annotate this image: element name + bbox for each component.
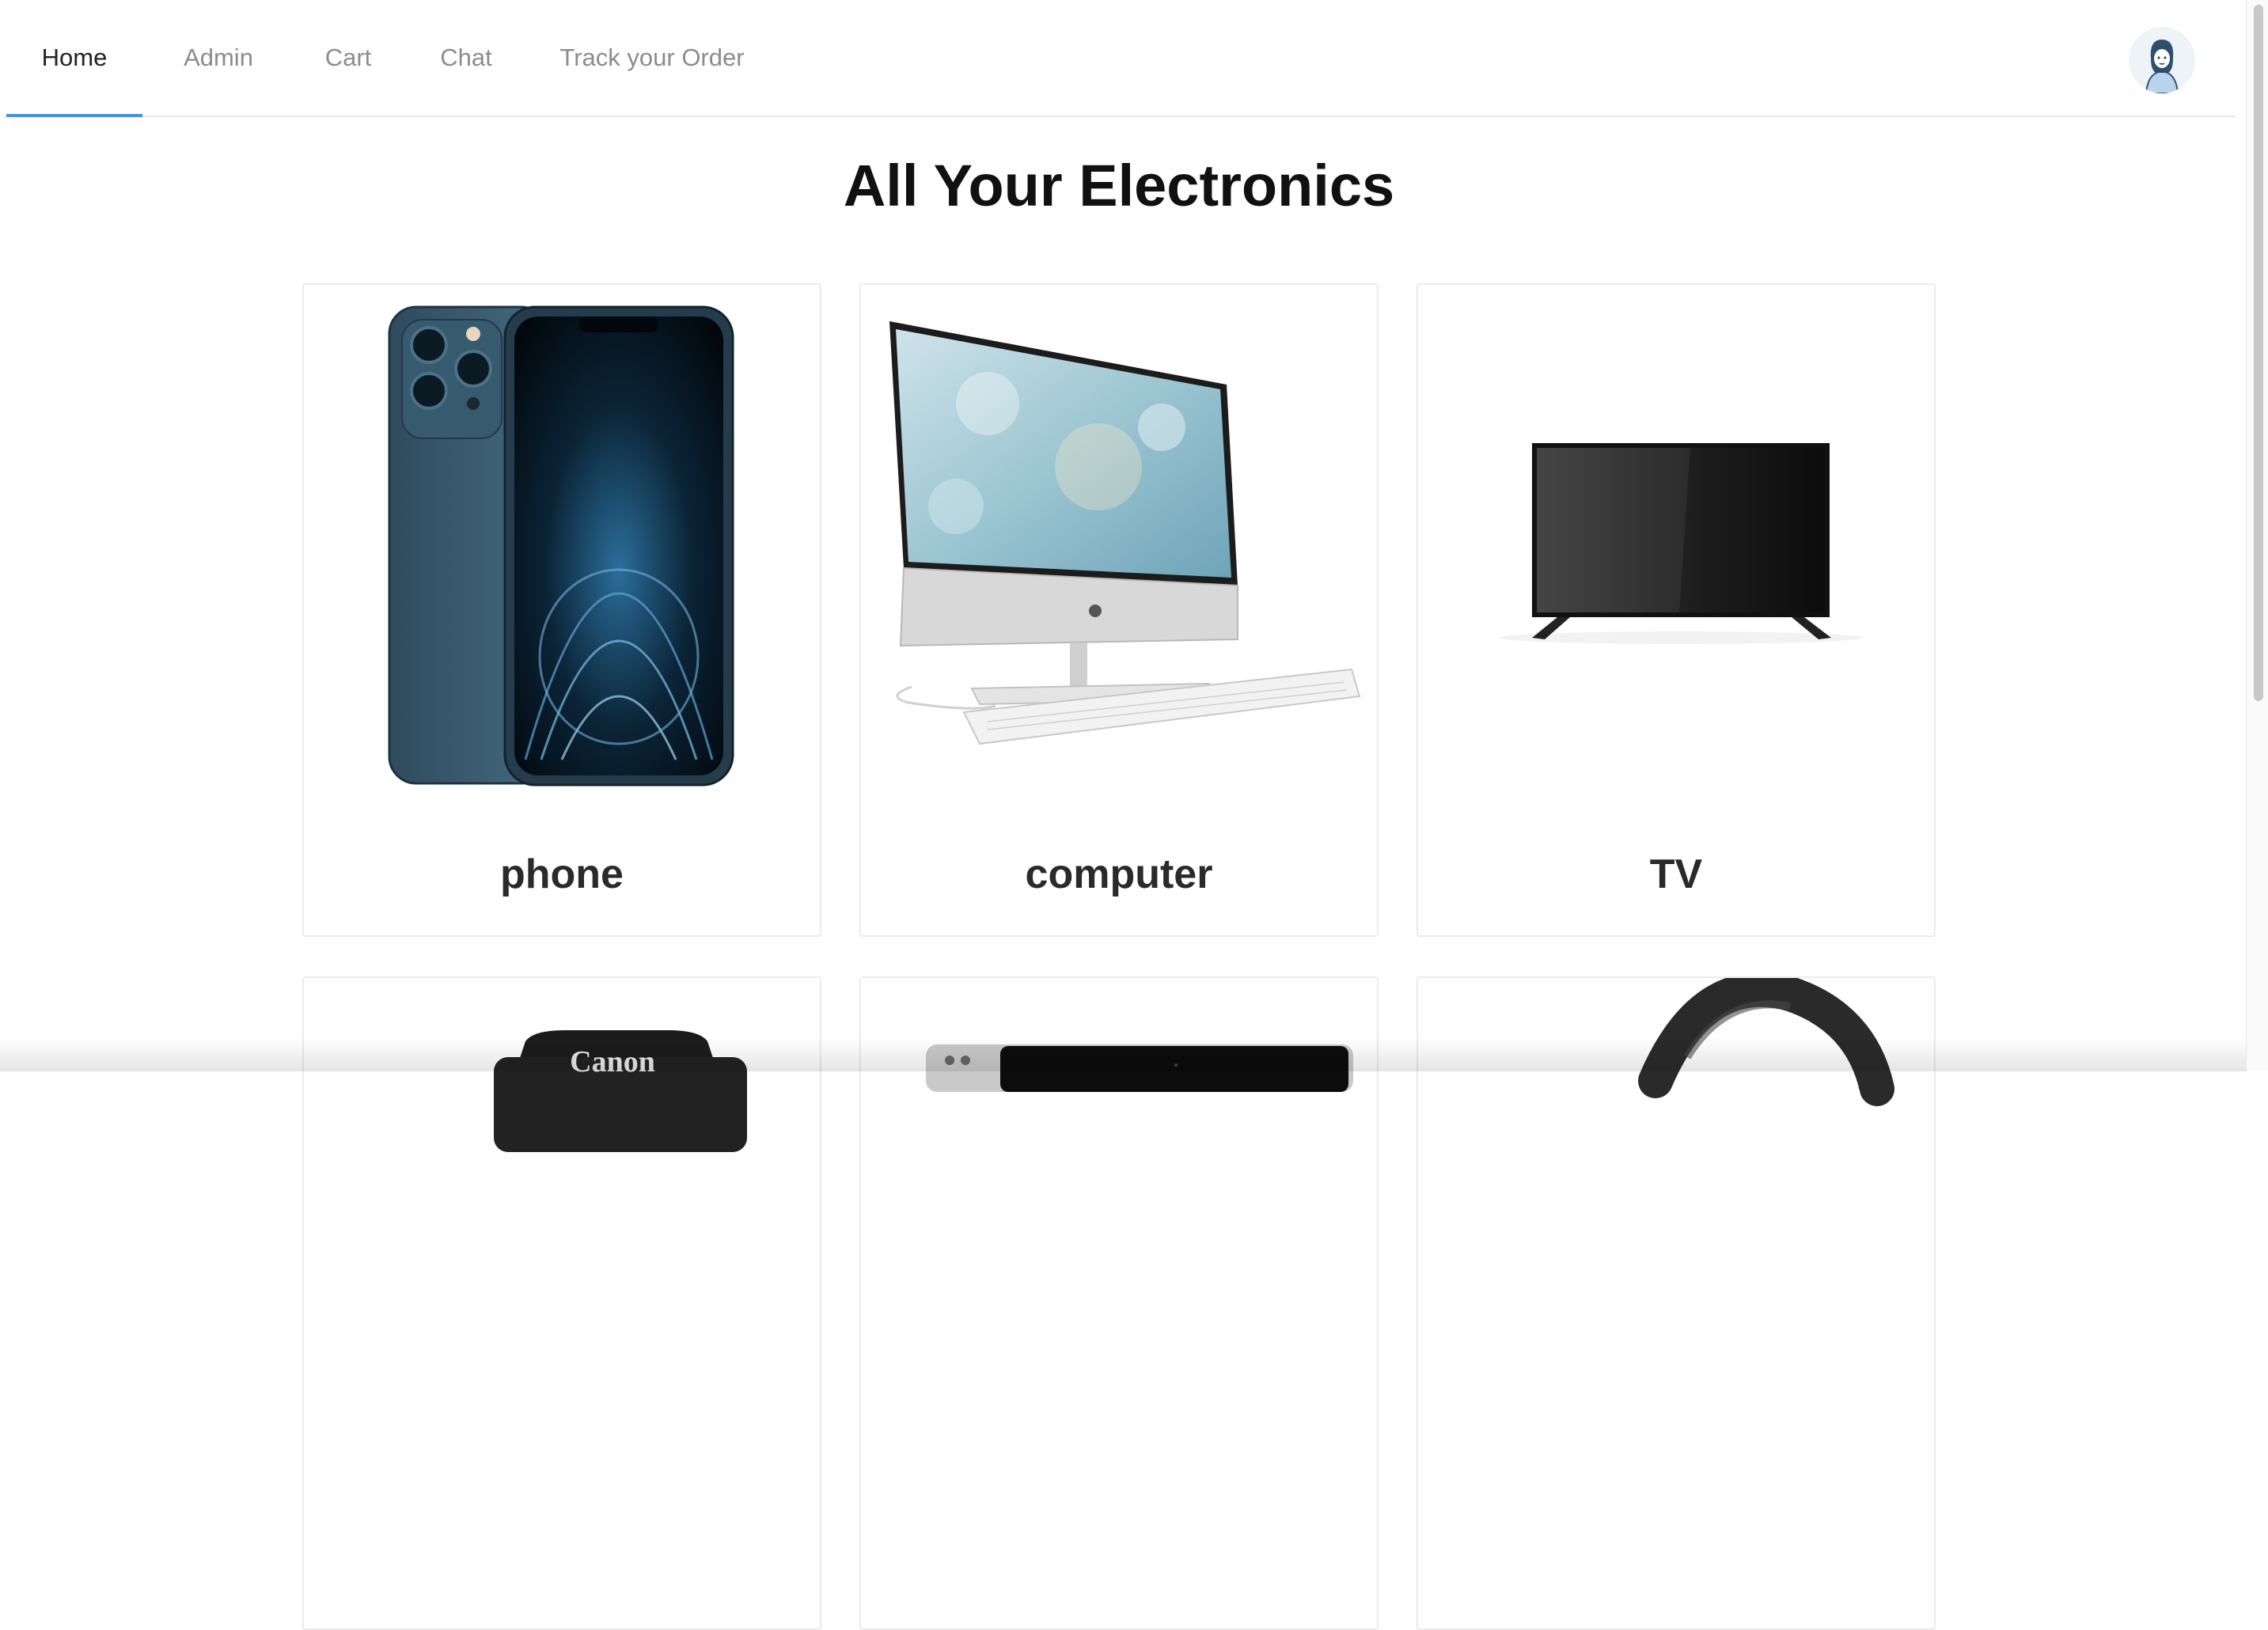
tab-cart[interactable]: Cart <box>309 0 388 116</box>
scrollbar-thumb[interactable] <box>2254 5 2263 701</box>
category-card-headphones[interactable] <box>1417 976 1936 1630</box>
page-title: All Your Electronics <box>843 153 1395 218</box>
camera-image: Canon <box>494 1030 747 1152</box>
top-nav: Home Admin Cart Chat Track your Order <box>6 0 2235 117</box>
category-name: TV <box>1649 851 1703 897</box>
category-name: phone <box>500 851 624 897</box>
smartphone-image <box>388 305 734 787</box>
category-card-camera[interactable]: Canon <box>302 976 821 1630</box>
desktop-computer-image <box>889 321 1361 745</box>
svg-text:Canon: Canon <box>570 1045 655 1078</box>
tab-home[interactable]: Home <box>6 0 142 117</box>
tab-track-your-order[interactable]: Track your Order <box>544 0 760 116</box>
laptop-image <box>926 1044 1353 1092</box>
category-card-laptop[interactable] <box>859 976 1379 1630</box>
user-avatar[interactable] <box>2129 27 2195 93</box>
category-name: computer <box>1025 851 1213 897</box>
tab-chat[interactable]: Chat <box>424 0 508 116</box>
category-card-tv[interactable]: TV <box>1417 283 1936 937</box>
headphones-image <box>1638 978 1894 1106</box>
category-card-phone[interactable]: phone <box>302 283 821 937</box>
television-image <box>1499 443 1863 644</box>
vertical-scrollbar[interactable] <box>2246 0 2268 1071</box>
tab-admin[interactable]: Admin <box>165 0 272 116</box>
category-card-computer[interactable]: computer <box>859 283 1379 937</box>
user-avatar-icon <box>2129 27 2195 93</box>
